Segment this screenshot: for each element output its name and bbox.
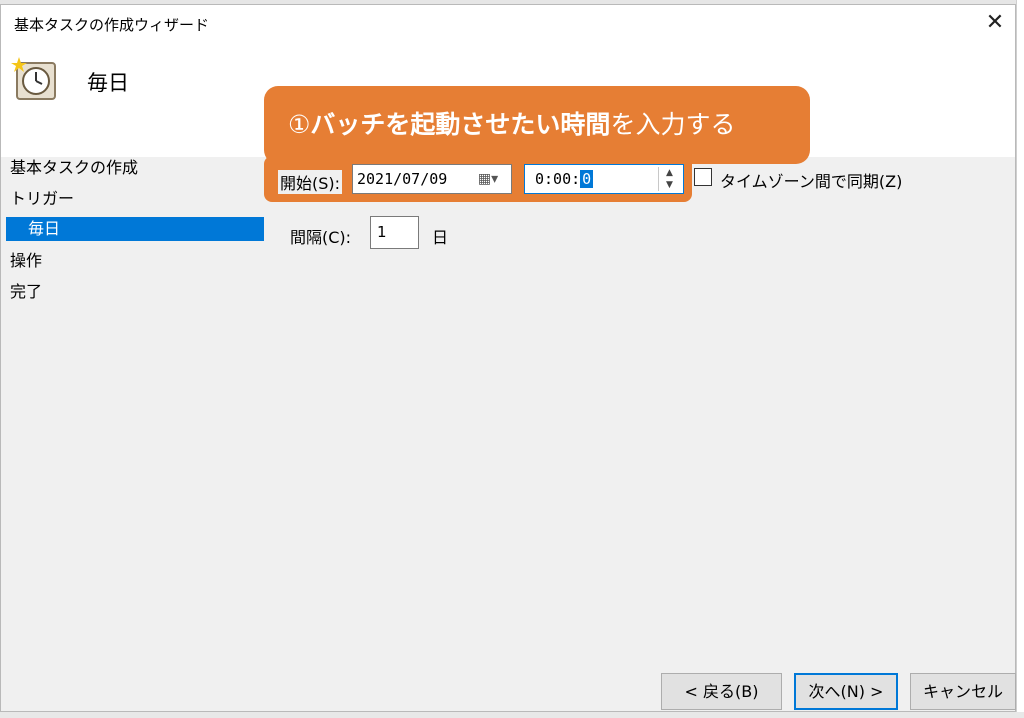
nav-item-daily[interactable]: 毎日 — [6, 217, 264, 241]
nav-item-trigger[interactable]: トリガー — [6, 183, 264, 214]
back-button[interactable]: < 戻る(B) — [661, 673, 782, 710]
time-spinner-icon[interactable]: ▲ ▼ — [658, 167, 680, 191]
title-bar: 基本タスクの作成ウィザード ✕ — [1, 5, 1015, 41]
interval-label: 間隔(C): — [290, 228, 352, 247]
timezone-sync-checkbox[interactable] — [694, 168, 712, 186]
start-time-prefix: 0:00: — [535, 170, 581, 188]
start-date-value: 2021/07/09 — [357, 170, 448, 188]
interval-input[interactable]: 1 — [370, 216, 419, 249]
interval-unit-label: 日 — [432, 228, 449, 247]
interval-value: 1 — [377, 223, 387, 241]
start-time-selected-segment: 0 — [580, 170, 594, 188]
calendar-dropdown-icon[interactable]: ▦▾ — [470, 168, 506, 190]
nav-item-finish[interactable]: 完了 — [6, 276, 264, 307]
start-label: 開始(S): — [278, 170, 343, 194]
wizard-steps-nav: 基本タスクの作成 トリガー 毎日 操作 完了 — [6, 152, 264, 307]
nav-item-action[interactable]: 操作 — [6, 245, 264, 276]
page-title: 毎日 — [87, 71, 129, 95]
instruction-callout: ①バッチを起動させたい時間を入力する — [264, 86, 810, 164]
timezone-sync-label: タイムゾーン間で同期(Z) — [720, 172, 903, 191]
nav-item-create-basic-task[interactable]: 基本タスクの作成 — [6, 152, 264, 183]
background-strip-bottom — [0, 712, 1024, 718]
callout-rest-text: を入力する — [610, 110, 736, 139]
cancel-button[interactable]: キャンセル — [910, 673, 1016, 710]
close-button[interactable]: ✕ — [979, 9, 1011, 37]
window-title: 基本タスクの作成ウィザード — [14, 16, 210, 34]
callout-number: ① — [288, 110, 311, 139]
clock-icon — [11, 57, 56, 100]
background-strip-right — [1016, 0, 1024, 712]
next-button[interactable]: 次へ(N) > — [794, 673, 898, 710]
callout-bold-text: バッチを起動させたい時間 — [310, 110, 611, 139]
